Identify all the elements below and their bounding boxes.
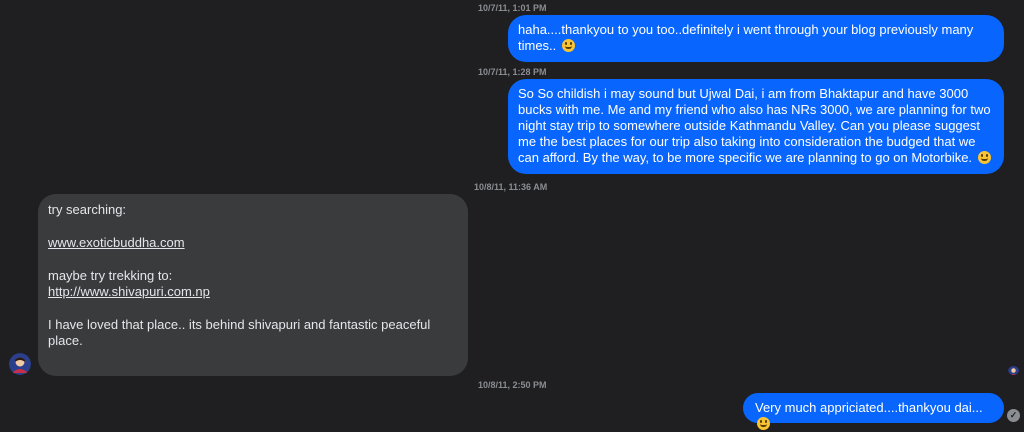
exoticbuddha-link[interactable]: www.exoticbuddha.com [48,235,458,251]
smiley-emoji-icon [561,39,575,52]
read-receipt-icon: ✓ [1007,409,1020,422]
message-text: maybe try trekking to: [48,268,173,283]
user-avatar-icon [1008,366,1019,375]
message-timestamp: 10/7/11, 1:28 PM [478,67,547,77]
smiley-emoji-icon [757,417,770,430]
smiley-emoji-icon [977,151,991,164]
outgoing-message-bubble[interactable]: Very much appriciated....thankyou dai... [743,393,1004,430]
message-timestamp: 10/8/11, 2:50 PM [478,380,547,390]
message-timestamp: 10/7/11, 1:01 PM [478,3,547,13]
message-timestamp: 10/8/11, 11:36 AM [474,182,548,192]
incoming-message-bubble[interactable]: try searching: www.exoticbuddha.com mayb… [38,194,468,376]
message-text: I have loved that place.. its behind shi… [48,317,431,348]
message-text: Very much appriciated....thankyou dai... [755,400,987,415]
outgoing-message-bubble[interactable]: haha....thankyou to you too..definitely … [508,15,1004,62]
message-text: try searching: [48,202,127,217]
message-text: haha....thankyou to you too..definitely … [518,22,977,53]
shivapuri-link[interactable]: http://www.shivapuri.com.np [48,284,458,300]
sender-avatar[interactable] [9,353,31,375]
outgoing-message-bubble[interactable]: So So childish i may sound but Ujwal Dai… [508,79,1004,174]
user-avatar-icon [9,353,31,375]
seen-avatar [1008,364,1019,375]
message-text: So So childish i may sound but Ujwal Dai… [518,86,995,165]
